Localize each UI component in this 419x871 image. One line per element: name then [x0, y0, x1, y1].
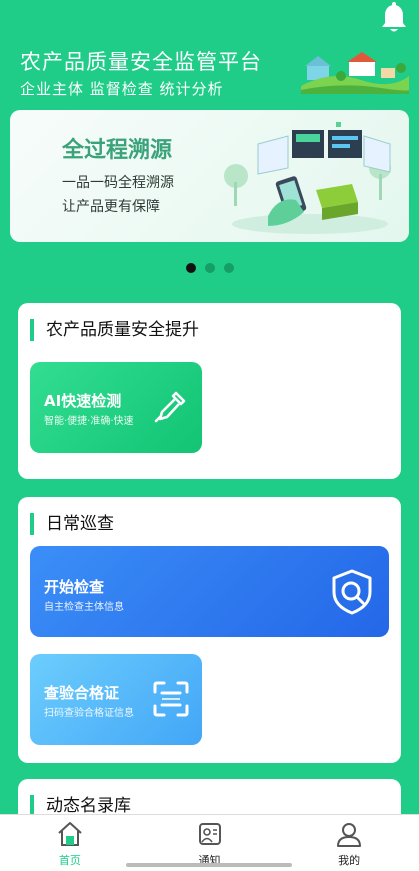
tab-profile[interactable]: 我的 [279, 815, 419, 871]
farm-illustration [301, 52, 409, 94]
ai-quick-test-title: AI快速检测 [44, 392, 122, 410]
shield-search-icon [332, 569, 372, 615]
carousel-dot[interactable] [223, 263, 234, 273]
ai-quick-test-subtitle: 智能·便捷·准确·快速 [44, 416, 134, 427]
banner-carousel[interactable]: 全过程溯源 一品一码全程溯源 让产品更有保障 [10, 110, 409, 242]
section-title: 日常巡查 [30, 513, 114, 535]
banner-title: 全过程溯源 [62, 138, 173, 163]
verify-certificate-title: 查验合格证 [44, 684, 120, 702]
start-inspection-title: 开始检查 [44, 578, 105, 596]
notification-icon [198, 823, 221, 845]
bell-icon[interactable] [379, 2, 409, 34]
scan-icon [153, 681, 189, 717]
carousel-indicator [0, 263, 419, 273]
app-title: 农产品质量安全监管平台 [20, 50, 262, 74]
start-inspection-subtitle: 自主检查主体信息 [44, 602, 124, 613]
profile-icon [337, 823, 362, 847]
carousel-dot[interactable] [204, 263, 215, 273]
banner-text-line: 一品一码全程溯源 [62, 175, 174, 191]
verify-certificate-subtitle: 扫码查验合格证信息 [44, 708, 134, 719]
banner-text-line: 让产品更有保障 [62, 199, 160, 215]
home-icon [58, 822, 82, 846]
section-title: 农产品质量安全提升 [30, 319, 199, 341]
bottom-tab-bar: 首页 通知 我的 [0, 814, 419, 871]
carousel-dot[interactable] [185, 263, 196, 273]
tab-home-label: 首页 [58, 854, 81, 867]
start-inspection-button[interactable]: 开始检查 自主检查主体信息 [30, 546, 389, 637]
verify-certificate-button[interactable]: 查验合格证 扫码查验合格证信息 [30, 654, 202, 745]
ai-quick-test-button[interactable]: AI快速检测 智能·便捷·准确·快速 [30, 362, 202, 453]
app-subtitle: 企业主体 监督检查 统计分析 [20, 80, 224, 98]
tab-home[interactable]: 首页 [0, 815, 140, 871]
quality-section-card: 农产品质量安全提升 AI快速检测 智能·便捷·准确·快速 [18, 303, 401, 479]
home-indicator [126, 863, 292, 867]
tab-profile-label: 我的 [338, 854, 361, 867]
patrol-section-card: 日常巡查 开始检查 自主检查主体信息 查验合格证 扫码查验合格证信息 [18, 497, 401, 763]
dropper-icon [154, 391, 186, 423]
traceability-illustration [224, 122, 391, 234]
